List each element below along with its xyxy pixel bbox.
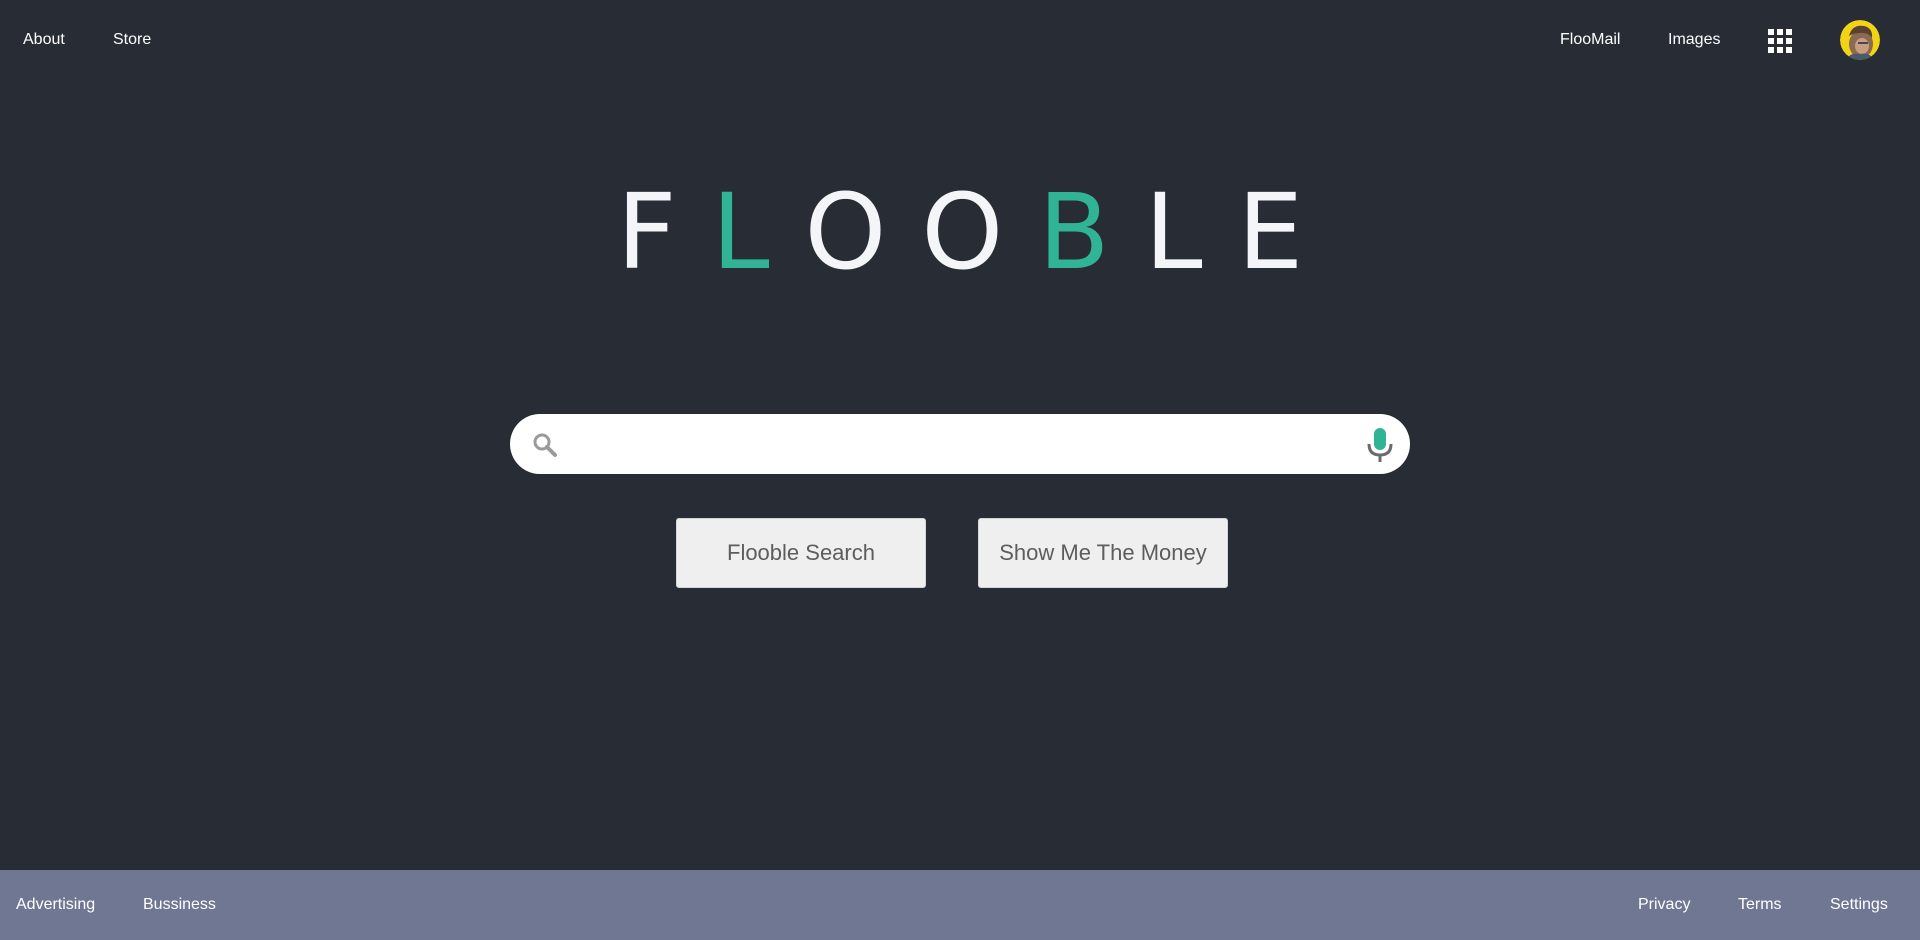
search-input[interactable] (572, 424, 1336, 466)
search-icon (533, 433, 557, 457)
footer: Advertising Bussiness Privacy Terms Sett… (0, 870, 1920, 940)
top-navigation: About Store FlooMail Images (0, 0, 1920, 82)
show-me-the-money-button[interactable]: Show Me The Money (978, 518, 1228, 588)
logo-letter: O (921, 171, 1039, 293)
logo-letter: B (1038, 171, 1145, 293)
flooble-search-button[interactable]: Flooble Search (676, 518, 926, 588)
logo-letter: E (1237, 171, 1339, 293)
settings-link[interactable]: Settings (1830, 896, 1888, 914)
logo-letter: L (1144, 171, 1238, 293)
avatar[interactable] (1840, 20, 1880, 60)
apps-grid-icon[interactable] (1768, 29, 1792, 53)
flooble-logo: FLOOBLE (0, 172, 1920, 292)
user-avatar-image (1840, 20, 1880, 60)
business-link[interactable]: Bussiness (143, 896, 216, 914)
floomail-link[interactable]: FlooMail (1560, 31, 1620, 49)
privacy-link[interactable]: Privacy (1638, 896, 1690, 914)
logo-letter: F (616, 171, 712, 293)
about-link[interactable]: About (23, 31, 65, 49)
terms-link[interactable]: Terms (1738, 896, 1782, 914)
store-link[interactable]: Store (113, 31, 151, 49)
logo-letter: L (711, 171, 805, 293)
search-bar (510, 414, 1410, 474)
microphone-icon[interactable] (1365, 426, 1395, 464)
logo-letter: O (804, 171, 922, 293)
advertising-link[interactable]: Advertising (16, 896, 95, 914)
images-link[interactable]: Images (1668, 31, 1720, 49)
